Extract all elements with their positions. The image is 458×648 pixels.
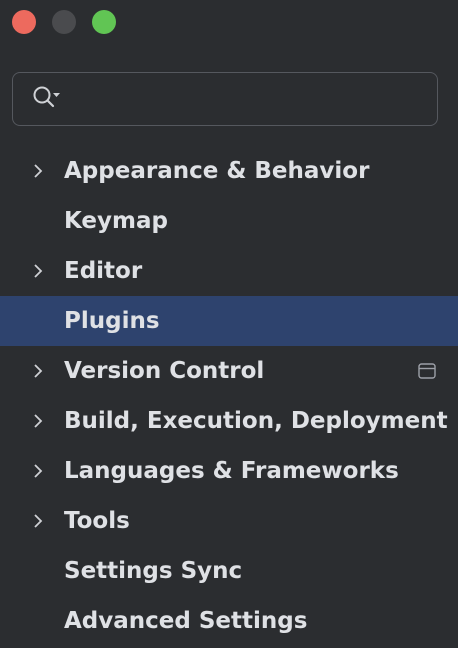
chevron-right-icon[interactable] <box>30 513 46 529</box>
search-icon[interactable] <box>31 84 61 114</box>
tree-item-tools[interactable]: Tools <box>0 496 458 546</box>
tree-item-appearance-behavior[interactable]: Appearance & Behavior <box>0 146 458 196</box>
tree-item-keymap[interactable]: Keymap <box>0 196 458 246</box>
chevron-right-icon[interactable] <box>30 363 46 379</box>
tree-item-advanced-settings[interactable]: Advanced Settings <box>0 596 458 646</box>
minimize-window-button[interactable] <box>52 10 76 34</box>
tree-item-label: Languages & Frameworks <box>64 458 399 484</box>
tree-item-build-execution-deployment[interactable]: Build, Execution, Deployment <box>0 396 458 446</box>
tree-item-label: Appearance & Behavior <box>64 158 370 184</box>
tree-item-version-control[interactable]: Version Control <box>0 346 458 396</box>
settings-tree: Appearance & Behavior Keymap Editor Plug… <box>0 146 458 646</box>
tree-item-label: Keymap <box>64 208 168 234</box>
tree-item-plugins[interactable]: Plugins <box>0 296 458 346</box>
chevron-right-icon[interactable] <box>30 413 46 429</box>
window-controls <box>12 10 116 34</box>
tree-item-label: Settings Sync <box>64 558 243 584</box>
tree-item-label: Version Control <box>64 358 265 384</box>
tree-item-label: Editor <box>64 258 143 284</box>
tree-item-editor[interactable]: Editor <box>0 246 458 296</box>
tree-item-languages-frameworks[interactable]: Languages & Frameworks <box>0 446 458 496</box>
tree-item-label: Build, Execution, Deployment <box>64 408 448 434</box>
maximize-window-button[interactable] <box>92 10 116 34</box>
chevron-right-icon[interactable] <box>30 463 46 479</box>
search-input[interactable] <box>69 72 437 126</box>
tree-item-label: Advanced Settings <box>64 608 308 634</box>
chevron-right-icon[interactable] <box>30 263 46 279</box>
settings-search[interactable] <box>12 72 438 126</box>
tree-item-label: Plugins <box>64 308 160 334</box>
chevron-right-icon[interactable] <box>30 163 46 179</box>
tree-item-label: Tools <box>64 508 130 534</box>
project-level-icon <box>418 363 436 379</box>
tree-item-settings-sync[interactable]: Settings Sync <box>0 546 458 596</box>
close-window-button[interactable] <box>12 10 36 34</box>
